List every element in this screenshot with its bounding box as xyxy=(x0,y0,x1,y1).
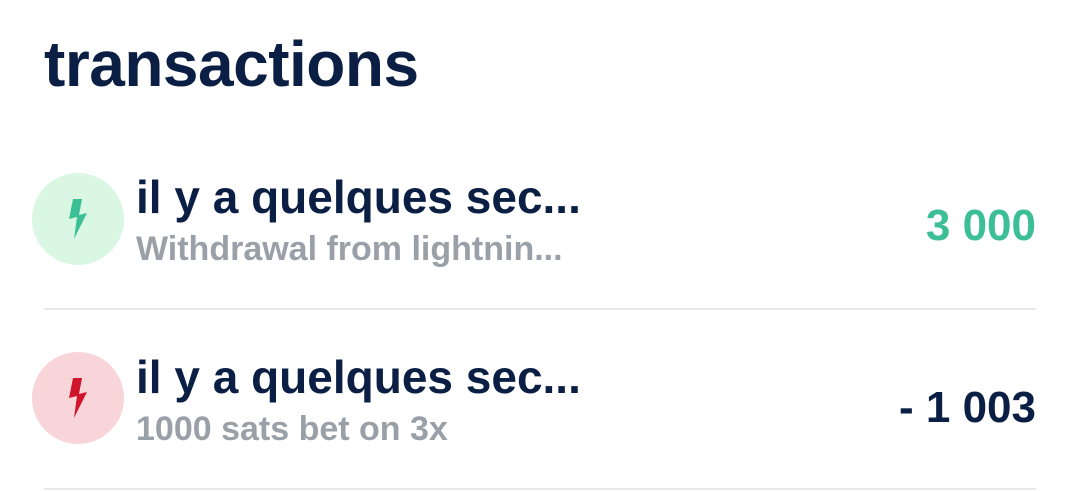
transaction-description: Withdrawal from lightnin... xyxy=(136,230,563,268)
transaction-time: il y a quelques sec... xyxy=(136,171,581,223)
lightning-bolt-icon xyxy=(69,199,87,239)
transaction-description: 1000 sats bet on 3x xyxy=(136,410,448,448)
transaction-row[interactable]: il y a quelques sec... 1000 sats bet on … xyxy=(32,310,1036,490)
transaction-row[interactable]: il y a quelques sec... Withdrawal from l… xyxy=(32,130,1036,310)
transaction-list: il y a quelques sec... Withdrawal from l… xyxy=(32,130,1036,490)
transaction-text: il y a quelques sec... Withdrawal from l… xyxy=(136,170,776,270)
outgoing-lightning-avatar xyxy=(32,352,124,444)
transaction-time: il y a quelques sec... xyxy=(136,351,581,403)
transaction-amount: 3 000 xyxy=(925,201,1036,250)
transactions-screen: transactions il y a quelques sec... With… xyxy=(0,0,1080,491)
page-title: transactions xyxy=(44,28,419,100)
lightning-bolt-icon xyxy=(69,378,87,418)
incoming-lightning-avatar xyxy=(32,173,124,265)
transaction-text: il y a quelques sec... 1000 sats bet on … xyxy=(136,350,776,450)
transaction-amount: - 1 003 xyxy=(899,383,1036,432)
